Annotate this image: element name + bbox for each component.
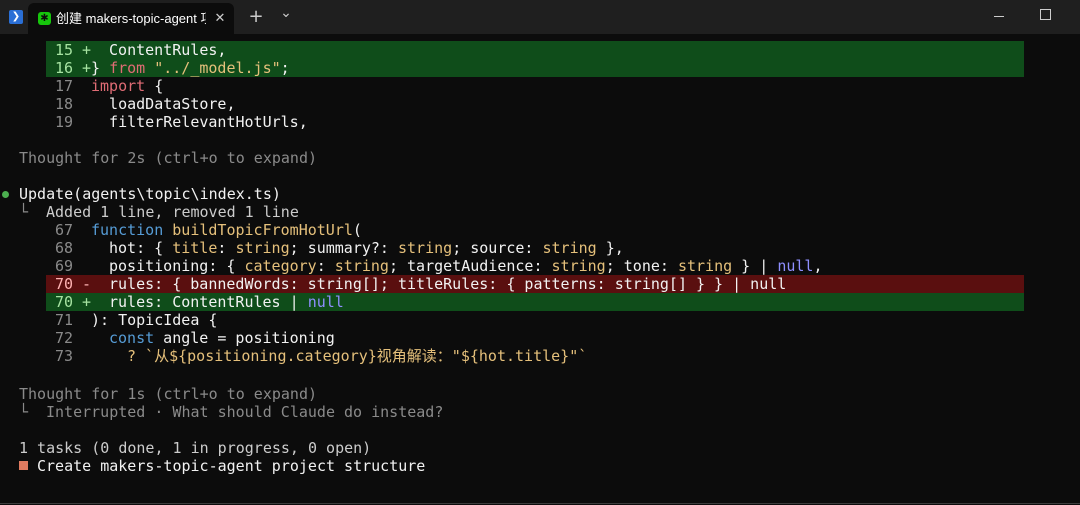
tree-branch-icon: └ xyxy=(19,203,29,221)
update-summary: └ Added 1 line, removed 1 line xyxy=(19,203,299,221)
diff-line-71: 71): TopicIdea { xyxy=(55,311,218,329)
terminal-output[interactable]: 15 + ContentRules, 16 +} from "../_model.j… xyxy=(0,34,1080,505)
input-divider xyxy=(0,503,1080,504)
status-dot-icon xyxy=(2,191,9,198)
interrupted-message: └ Interrupted · What should Claude do ins… xyxy=(19,403,444,421)
new-tab-button[interactable]: + xyxy=(243,4,269,30)
diff-line-18: 18 loadDataStore, xyxy=(55,95,236,113)
minimize-icon[interactable] xyxy=(994,16,1004,17)
diff-line-72: 72 const angle = positioning xyxy=(55,329,335,347)
diff-line-73: 73? `从${positioning.category}视角解读："${hot… xyxy=(55,347,588,365)
diff-line-19: 19 filterRelevantHotUrls, xyxy=(55,113,308,131)
diff-line-70-removed: 70- rules: { bannedWords: string[]; title… xyxy=(55,275,787,293)
tasks-summary: 1 tasks (0 done, 1 in progress, 0 open) xyxy=(19,439,372,457)
tab-dropdown-chevron-down-icon[interactable]: ⌄ xyxy=(273,0,299,26)
diff-line-16: 16 +} from "../_model.js"; xyxy=(55,59,290,77)
maximize-icon[interactable] xyxy=(1040,9,1051,20)
diff-line-68: 68 hot: { title: string; summary?: string… xyxy=(55,239,624,257)
diff-line-17: 17 import { xyxy=(55,77,164,95)
diff-line-70-added: 70 + rules: ContentRules | null xyxy=(55,293,344,311)
powershell-icon[interactable]: ❯ xyxy=(9,10,23,24)
thought-status[interactable]: Thought for 2s (ctrl+o to expand) xyxy=(0,149,1080,167)
diff-line-67: 67 function buildTopicFromHotUrl( xyxy=(55,221,362,239)
thought-status[interactable]: Thought for 1s (ctrl+o to expand) xyxy=(0,385,1080,403)
tree-branch-icon: └ xyxy=(19,403,29,421)
diff-line-15: 15 + ContentRules, xyxy=(55,41,227,59)
update-header: Update(agents\topic\index.ts) xyxy=(0,185,1080,203)
title-bar: ❯ ✱ 创建 makers-topic-agent 项目 ✕ + ⌄ xyxy=(0,0,1080,34)
task-item: Create makers-topic-agent project struct… xyxy=(0,457,1080,475)
close-tab-icon[interactable]: ✕ xyxy=(212,10,228,28)
diff-line-69: 69 positioning: { category: string; targe… xyxy=(55,257,823,275)
task-in-progress-icon xyxy=(19,461,28,470)
app-tab-icon: ✱ xyxy=(38,12,51,25)
tab-active[interactable]: ✱ 创建 makers-topic-agent 项目 ✕ xyxy=(28,3,234,34)
tab-title: 创建 makers-topic-agent 项目 xyxy=(56,11,206,26)
